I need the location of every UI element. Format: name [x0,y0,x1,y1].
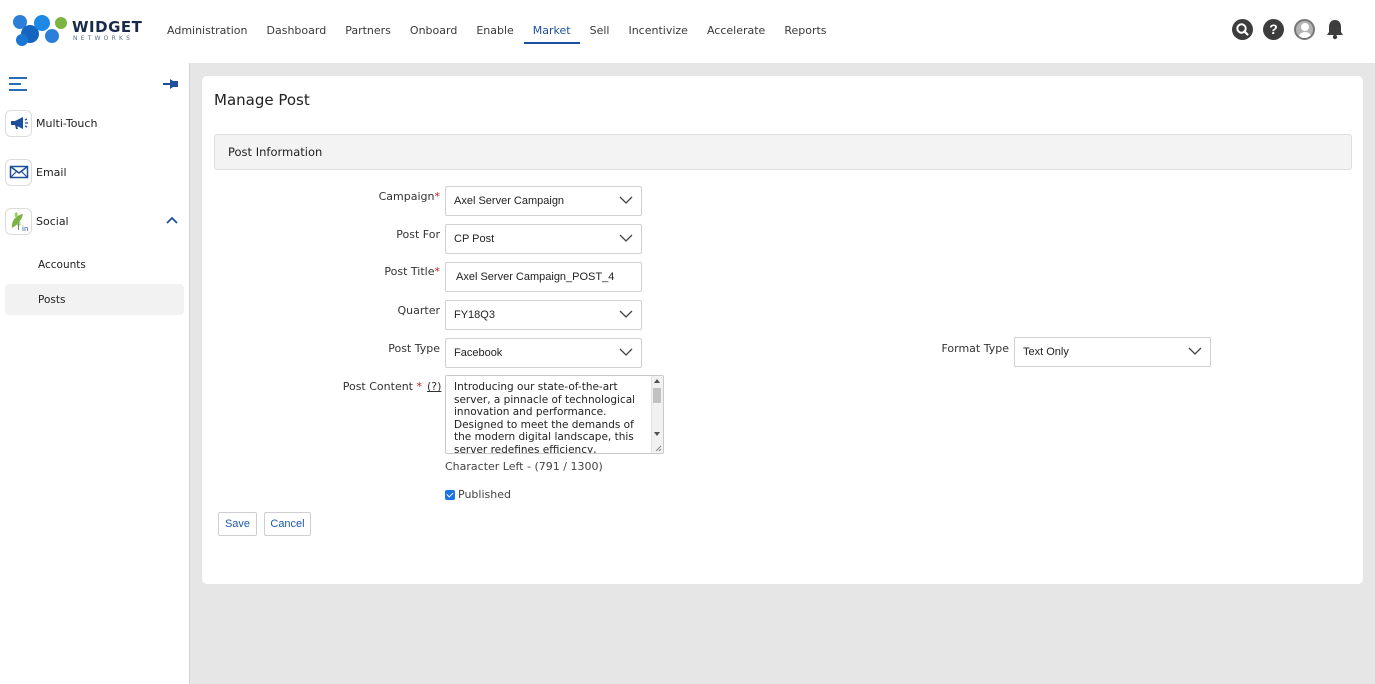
post-type-label: Post Type [388,342,440,355]
sidebar-item-label: Multi-Touch [36,116,98,130]
sidebar-divider [189,63,190,684]
chevron-down-icon [619,348,633,356]
social-icon: f in [5,207,32,235]
brand-name: WIDGET [72,18,143,36]
scroll-up-arrow-icon[interactable] [654,379,660,383]
post-content-text: Introducing our state-of-the-art server,… [454,381,636,454]
chevron-up-icon[interactable] [165,215,179,225]
post-content-label: Post Content * [342,380,422,393]
post-content-help-link[interactable]: (?) [427,380,441,393]
hamburger-icon[interactable] [9,77,27,91]
envelope-icon [5,158,32,186]
manage-post-card: Manage Post Post Information Campaign* A… [202,76,1363,584]
scroll-down-arrow-icon[interactable] [654,432,660,436]
chevron-down-icon [1188,347,1202,355]
post-type-select[interactable]: Facebook [445,338,642,368]
top-icons: ? [1232,18,1345,40]
published-label: Published [458,488,511,501]
campaign-label: Campaign* [378,190,440,203]
format-type-label: Format Type [941,342,1009,355]
post-for-label: Post For [396,228,440,241]
chevron-down-icon [619,196,633,204]
nav-dashboard[interactable]: Dashboard [258,22,336,44]
save-button[interactable]: Save [218,512,257,536]
chevron-down-icon [619,234,633,242]
post-content-textarea[interactable]: Introducing our state-of-the-art server,… [445,375,664,454]
sidebar-item-label: Email [36,165,67,179]
svg-text:f: f [17,222,21,232]
nav-onboard[interactable]: Onboard [401,22,466,44]
megaphone-icon [5,109,32,137]
resize-grip-icon[interactable] [654,444,662,452]
svg-text:in: in [22,225,28,232]
quarter-select[interactable]: FY18Q3 [445,300,642,330]
sidebar-item-label: Social [36,214,69,228]
format-type-select[interactable]: Text Only [1014,337,1211,367]
post-title-input[interactable]: Axel Server Campaign_POST_4 [445,262,642,292]
sidebar-item-social[interactable]: f in Social [5,207,69,235]
brand-subtitle: NETWORKS [73,35,134,42]
sidebar-subitem-accounts[interactable]: Accounts [5,249,184,280]
avatar[interactable] [1294,18,1315,40]
nav-sell[interactable]: Sell [581,22,619,44]
search-icon[interactable] [1232,18,1253,40]
help-icon[interactable]: ? [1263,18,1284,40]
nav-incentivize[interactable]: Incentivize [619,22,696,44]
main-nav: Administration Dashboard Partners Onboar… [158,22,837,44]
sidebar-item-multi-touch[interactable]: Multi-Touch [5,109,97,137]
sidebar: Multi-Touch Email f in Social Accounts Po… [0,63,189,684]
nav-partners[interactable]: Partners [336,22,400,44]
character-counter: Character Left - (791 / 1300) [445,460,603,473]
nav-enable[interactable]: Enable [467,22,522,44]
chevron-down-icon [619,310,633,318]
nav-market[interactable]: Market [523,22,580,44]
published-checkbox[interactable] [445,489,455,500]
page-title: Manage Post [214,91,310,109]
textarea-scrollbar[interactable] [651,376,663,453]
bell-icon[interactable] [1325,18,1345,40]
post-for-select[interactable]: CP Post [445,224,642,254]
section-header: Post Information [214,134,1352,170]
published-toggle: Published [445,488,511,501]
pin-icon[interactable] [162,77,180,91]
cancel-button[interactable]: Cancel [264,512,311,536]
nav-accelerate[interactable]: Accelerate [698,22,774,44]
campaign-select[interactable]: Axel Server Campaign [445,186,642,216]
post-title-label: Post Title* [384,265,440,278]
sidebar-item-email[interactable]: Email [5,158,67,186]
top-bar: WIDGET NETWORKS Administration Dashboard… [0,0,1375,63]
nav-reports[interactable]: Reports [775,22,835,44]
sidebar-subitem-posts[interactable]: Posts [5,284,184,315]
nav-administration[interactable]: Administration [158,22,257,44]
quarter-label: Quarter [397,304,441,317]
scrollbar-thumb[interactable] [653,388,661,403]
